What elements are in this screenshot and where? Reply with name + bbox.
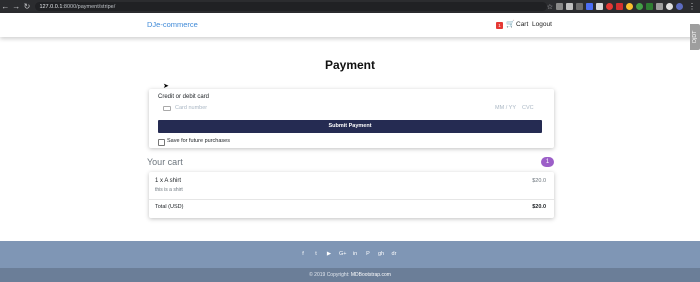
extension-icons: ☆ ⋮	[547, 0, 696, 13]
youtube-icon[interactable]: ▶	[326, 251, 332, 257]
cart-heading: Your cart	[147, 157, 183, 167]
cvc-input[interactable]: CVC	[522, 105, 534, 111]
browser-menu-icon[interactable]: ⋮	[688, 0, 696, 13]
item-name: 1 x A shirt	[155, 178, 182, 184]
extension-icon[interactable]	[606, 3, 613, 10]
expiry-input[interactable]: MM / YY	[495, 105, 516, 111]
card-heading: Credit or debit card	[158, 94, 210, 100]
extension-icon[interactable]	[656, 3, 663, 10]
shopping-cart-icon[interactable]: 🛒	[506, 20, 515, 28]
bookmark-star-icon[interactable]: ☆	[547, 3, 553, 11]
total-label: Total (USD)	[155, 204, 184, 210]
extension-icon[interactable]	[576, 3, 583, 10]
extension-icon[interactable]	[616, 3, 623, 10]
credit-card-icon	[163, 106, 171, 111]
extension-icon[interactable]	[646, 3, 653, 10]
footer-social-bar: f t ▶ G+ in P gh dr	[0, 241, 700, 268]
address-path: :8000/payment/stripe/	[62, 3, 116, 10]
reload-icon[interactable]: ↻	[22, 0, 33, 13]
cart-link[interactable]: Cart	[516, 21, 528, 28]
item-price: $20.0	[532, 178, 546, 184]
browser-toolbar: ← → ↻ 127.0.0.1 :8000/payment/stripe/ ☆ …	[0, 0, 700, 13]
cart-items-count-badge: 1	[541, 157, 554, 167]
dribbble-icon[interactable]: in	[352, 251, 358, 257]
address-bar[interactable]: 127.0.0.1 :8000/payment/stripe/	[35, 2, 547, 11]
codepen-icon[interactable]: dr	[391, 251, 397, 257]
cart-list: 1 x A shirt this is a shirt $20.0 Total …	[149, 172, 554, 218]
page-title: Payment	[324, 58, 376, 72]
card-element[interactable]: Card number MM / YY CVC	[158, 104, 544, 113]
back-icon[interactable]: ←	[0, 0, 11, 13]
extension-icon[interactable]	[566, 3, 573, 10]
facebook-icon[interactable]: f	[300, 251, 306, 257]
payment-form: Credit or debit card Card number MM / YY…	[149, 89, 554, 148]
card-number-input[interactable]: Card number	[175, 105, 207, 111]
site-navbar: DJe-commerce 1 🛒 Cart Logout	[0, 13, 700, 37]
google-plus-icon[interactable]: G+	[339, 251, 347, 257]
social-links: f t ▶ G+ in P gh dr	[300, 251, 397, 257]
extension-icon[interactable]	[596, 3, 603, 10]
save-card-checkbox[interactable]	[158, 139, 165, 146]
cart-count-badge[interactable]: 1	[496, 22, 503, 29]
extension-icon[interactable]	[586, 3, 593, 10]
forward-icon[interactable]: →	[11, 0, 22, 13]
mdbootstrap-link[interactable]: MDBootstrap.com	[351, 272, 391, 278]
copyright-text: © 2019 Copyright:	[309, 272, 351, 278]
pinterest-icon[interactable]: P	[365, 251, 371, 257]
brand-link[interactable]: DJe-commerce	[147, 20, 198, 29]
extension-icon[interactable]	[636, 3, 643, 10]
extension-icon[interactable]	[666, 3, 673, 10]
footer-copyright: © 2019 Copyright: MDBootstrap.com	[0, 268, 700, 282]
debug-toolbar-tab[interactable]: DjDT	[690, 24, 700, 50]
address-host: 127.0.0.1	[39, 3, 63, 10]
save-card-label: Save for future purchases	[167, 138, 230, 144]
profile-avatar-icon[interactable]	[676, 3, 683, 10]
submit-payment-button[interactable]: Submit Payment	[158, 120, 542, 133]
item-description: this is a shirt	[155, 187, 183, 193]
extension-icon[interactable]	[626, 3, 633, 10]
total-value: $20.0	[532, 204, 546, 210]
twitter-icon[interactable]: t	[313, 251, 319, 257]
list-item: 1 x A shirt this is a shirt $20.0	[149, 172, 554, 200]
logout-link[interactable]: Logout	[532, 21, 552, 28]
github-icon[interactable]: gh	[378, 251, 384, 257]
extension-icon[interactable]	[556, 3, 563, 10]
